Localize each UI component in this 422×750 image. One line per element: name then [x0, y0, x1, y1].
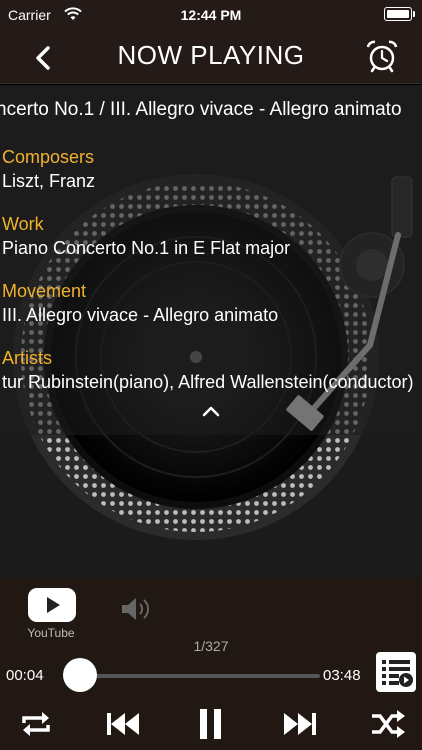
player-controls: YouTube 1/327 00:04 03:48	[0, 578, 422, 750]
navigation-bar: NOW PLAYING	[0, 32, 422, 84]
composers-value: Liszt, Franz	[2, 171, 96, 191]
movement-label: Movement	[2, 281, 87, 301]
shuffle-icon[interactable]	[368, 706, 408, 742]
artists-label: Artists	[2, 348, 53, 368]
movement-value: III. Allegro vivace - Allegro animato	[2, 305, 279, 325]
progress-slider[interactable]	[70, 674, 320, 678]
track-title: ncerto No.1 / III. Allegro vivace - Alle…	[0, 99, 402, 120]
clock: 12:44 PM	[180, 7, 242, 23]
track-info-panel: ncerto No.1 / III. Allegro vivace - Alle…	[0, 85, 422, 578]
chevron-up-icon[interactable]	[199, 403, 223, 419]
elapsed-time: 00:04	[6, 667, 44, 684]
speaker-icon[interactable]	[118, 594, 152, 624]
previous-track-icon[interactable]	[103, 706, 143, 742]
progress-thumb[interactable]	[62, 658, 97, 692]
artists-value: tur Rubinstein(piano), Alfred Wallenstei…	[2, 372, 414, 392]
youtube-icon	[28, 588, 76, 622]
repeat-icon[interactable]	[16, 706, 56, 742]
alarm-clock-icon[interactable]	[364, 38, 400, 74]
playlist-icon[interactable]	[376, 652, 416, 692]
pause-icon[interactable]	[190, 706, 230, 742]
work-value: Piano Concerto No.1 in E Flat major	[2, 238, 291, 258]
battery-icon	[384, 7, 415, 21]
work-label: Work	[2, 214, 44, 234]
track-counter: 1/327	[193, 638, 229, 654]
composers-label: Composers	[2, 147, 95, 167]
next-track-icon[interactable]	[280, 706, 320, 742]
total-time: 03:48	[323, 667, 361, 684]
status-bar: Carrier 12:44 PM	[0, 0, 422, 32]
page-title: NOW PLAYING	[117, 40, 305, 70]
